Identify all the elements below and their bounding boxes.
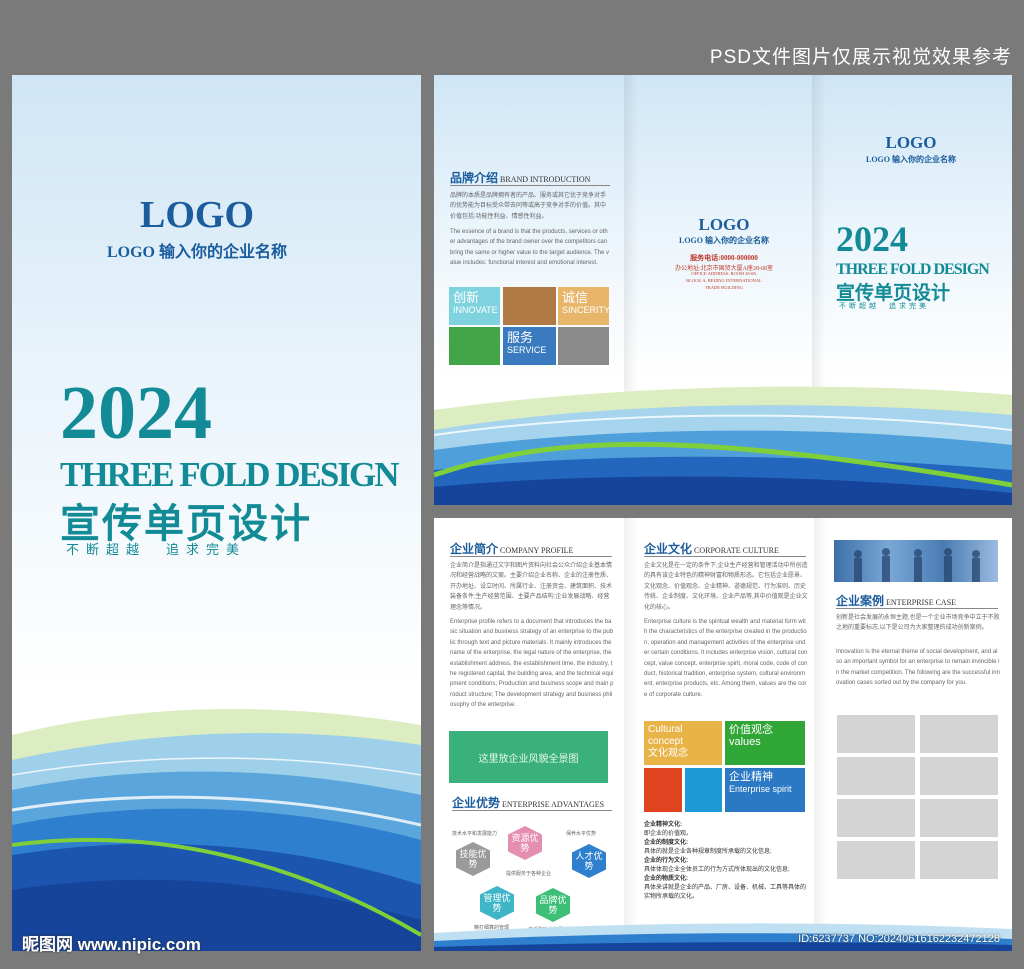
- advantage-note: 技术水平和发展能力: [452, 831, 498, 837]
- cases-photo: [834, 540, 998, 582]
- site-watermark: 昵图网 www.nipic.com: [22, 935, 201, 954]
- cover-wave-graphic: [12, 708, 421, 951]
- case-image-placeholder: [837, 841, 915, 879]
- culture-tile-spirit: 企业精神 Enterprise spirit: [725, 768, 805, 812]
- case-image-placeholder: [920, 757, 998, 795]
- culture-point-title: 企业精神文化:: [644, 822, 682, 828]
- profile-text-cn: 企业简介是指通过文字和图片资料向社会公众介绍企业基本情况和经营战略的文案。主要介…: [450, 563, 613, 611]
- inside-wave-graphic: [434, 923, 1012, 951]
- tile-sincerity: 诚信 SINCERITY: [558, 287, 609, 325]
- tile-innovate: 创新 INNOVATE: [449, 287, 500, 325]
- case-image-placeholder: [920, 715, 998, 753]
- cover-company-name: LOGO 输入你的企业名称: [106, 244, 287, 261]
- culture-tile-blue: [685, 768, 722, 812]
- culture-point-text: 具体来讲就是企业的产品、厂房、设备、机械、工具等具体的实物所承载的文化。: [644, 885, 807, 900]
- culture-text-en: Enterprise culture is the spiritual weal…: [644, 619, 808, 698]
- advantage-talent-hex: 人才优势: [572, 844, 606, 878]
- tile-green: [449, 327, 500, 365]
- back-company-name: LOGO 输入你的企业名称: [678, 236, 769, 245]
- culture-point-text: 具体体现企业全体员工的行为方式所体现出的文化信息;: [644, 867, 790, 873]
- people-silhouette-icon: [854, 548, 980, 582]
- case-image-placeholder: [837, 799, 915, 837]
- culture-heading: 企业文化 CORPORATE CULTURE: [644, 542, 779, 556]
- back-address-en-3: TRADE BUILDING: [705, 285, 743, 290]
- brand-text-cn: 品牌的本质是品牌拥有者的产品、服务或其它优于竞争对手的优势能为目标受众带去同等或…: [450, 193, 607, 220]
- cases-text-en: Innovation is the eternal theme of socia…: [836, 649, 1000, 687]
- tile-brown: [503, 287, 556, 325]
- case-image-placeholder: [920, 841, 998, 879]
- fold-shadow: [624, 518, 638, 951]
- cover-panel: LOGO LOGO 输入你的企业名称 2024 THREE FOLD DESIG…: [12, 75, 421, 951]
- front-title-en: THREE FOLD DESIGN: [836, 261, 990, 278]
- placeholder-label: 这里放企业风貌全景图: [478, 753, 579, 765]
- culture-tile-red: [644, 768, 682, 812]
- cases-heading: 企业案例 ENTERPRISE CASE: [836, 594, 957, 608]
- back-address-en-1: OFFICE ADDRESS: ROOM 28-08,: [691, 271, 757, 276]
- cover-year: 2024: [60, 371, 212, 455]
- brand-text-en: The essence of a brand is that the produ…: [450, 229, 609, 267]
- case-image-placeholder: [920, 799, 998, 837]
- culture-text-cn: 企业文化是在一定的条件下,企业生产经营和管理活动中所创造的具有该企业特色的精神财…: [644, 563, 808, 611]
- tile-service: 服务 SERVICE: [503, 327, 556, 365]
- advantage-skill-hex: 技能优势: [456, 842, 490, 876]
- profile-image-placeholder: 这里放企业风貌全景图: [449, 731, 608, 783]
- culture-point-title: 企业的行为文化:: [644, 858, 688, 864]
- advantage-note: 保养水平优势: [566, 831, 597, 837]
- back-phone: 服务电话:0000-000000: [690, 254, 758, 262]
- profile-text-en: Enterprise profile refers to a document …: [450, 619, 614, 709]
- front-slogan: 不断超越 追求完美: [839, 303, 929, 310]
- advantages-heading: 企业优势 ENTERPRISE ADVANTAGES: [452, 796, 605, 810]
- cover-slogan: 不断超越 追求完美: [66, 542, 247, 557]
- tile-gray: [558, 327, 609, 365]
- divider: [644, 556, 806, 557]
- back-address-en-2: BLOCK A, BEIJING INTERNATIONAL: [686, 278, 762, 283]
- culture-tile-concept: Cultural concept 文化观念: [644, 721, 722, 765]
- front-logo: LOGO: [885, 133, 937, 152]
- case-image-placeholder: [837, 757, 915, 795]
- fold-shadow: [814, 518, 828, 951]
- preview-watermark: PSD文件图片仅展示视觉效果参考: [709, 47, 1012, 68]
- advantage-resource-hex: 资源优势: [508, 826, 542, 860]
- back-logo: LOGO: [698, 215, 750, 234]
- culture-tile-values: 价值观念 values: [725, 721, 805, 765]
- culture-point-text: 即企业的价值观。: [644, 831, 693, 837]
- culture-points: 企业精神文化: 即企业的价值观。 企业的制度文化: 具体的就是企业各种规章制度所…: [644, 821, 810, 902]
- outside-wave-graphic: [434, 386, 1012, 505]
- divider: [450, 556, 612, 557]
- brand-heading: 品牌介绍 BRAND INTRODUCTION: [450, 171, 591, 185]
- cover-logo: LOGO: [139, 194, 255, 236]
- cover-title-en: THREE FOLD DESIGN: [60, 455, 399, 494]
- front-company-name: LOGO 输入你的企业名称: [865, 155, 956, 164]
- divider: [452, 810, 612, 811]
- culture-point-text: 具体的就是企业各种规章制度所承载的文化信息;: [644, 849, 772, 855]
- advantage-note: 提供服务于各种企业: [506, 871, 552, 877]
- divider: [450, 185, 610, 186]
- inside-spread: 企业简介 COMPANY PROFILE 企业简介是指通过文字和图片资料向社会公众…: [434, 518, 1012, 951]
- culture-point-title: 企业的制度文化:: [644, 840, 688, 846]
- culture-point-title: 企业的物质文化:: [644, 876, 688, 882]
- id-watermark: ID:6237737 NO:20240616162232472128: [798, 933, 1000, 945]
- profile-heading: 企业简介 COMPANY PROFILE: [450, 542, 574, 556]
- front-year: 2024: [836, 219, 908, 259]
- divider: [836, 608, 998, 609]
- case-image-placeholder: [837, 715, 915, 753]
- cases-text-cn: 创新是社会发展的永恒主题,也是一个企业市场竞争中立于不败之地的重要标志,以下是公…: [836, 615, 1000, 632]
- outside-spread: 品牌介绍 BRAND INTRODUCTION 品牌的本质是品牌拥有者的产品、服务…: [434, 75, 1012, 505]
